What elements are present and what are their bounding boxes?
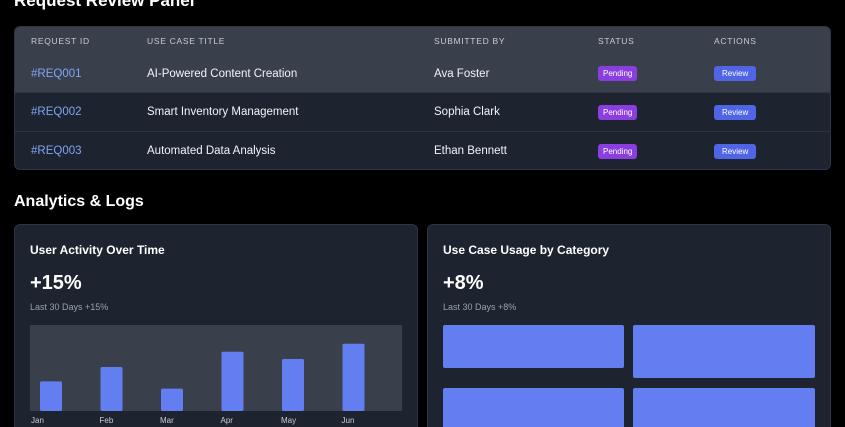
request-id-link[interactable]: #REQ003 — [15, 145, 147, 157]
status-badge: Pending — [598, 104, 638, 120]
x-tick-label: Mar — [160, 416, 174, 425]
bar-mar — [161, 388, 183, 411]
table-row: #REQ003 Automated Data Analysis Ethan Be… — [15, 131, 830, 169]
card-value: +15% — [30, 272, 82, 294]
bar-jun — [342, 343, 365, 411]
column-header-request-id: REQUEST ID — [31, 36, 90, 46]
analytics-title: Analytics & Logs — [14, 193, 144, 210]
use-case-title: Smart Inventory Management — [147, 106, 299, 118]
request-id-link[interactable]: #REQ002 — [15, 106, 147, 118]
bar-may — [282, 359, 304, 411]
bar-apr — [221, 351, 244, 411]
submitted-by: Sophia Clark — [434, 106, 500, 118]
column-header-status: STATUS — [598, 36, 635, 46]
actions-cell: Review — [714, 143, 830, 159]
x-tick-label: Jan — [31, 416, 44, 425]
activity-chart-svg — [40, 343, 365, 411]
status-cell: Pending — [598, 66, 714, 81]
card-title: User Activity Over Time — [30, 243, 165, 257]
status-badge: Pending — [598, 143, 638, 159]
x-tick-label: Jun — [341, 416, 355, 425]
actions-cell: Review — [714, 104, 830, 120]
x-tick-label: May — [281, 416, 297, 425]
request-id-link[interactable]: #REQ001 — [15, 68, 147, 80]
submitted-by: Ava Foster — [434, 67, 490, 80]
status-badge: Pending — [598, 66, 638, 81]
review-button[interactable]: Review — [714, 143, 757, 159]
card-title: Use Case Usage by Category — [443, 243, 610, 257]
category-tile — [443, 388, 624, 427]
category-tile — [633, 325, 815, 378]
bar-jan — [40, 381, 62, 411]
use-case-title: AI-Powered Content Creation — [147, 67, 298, 80]
status-cell: Pending — [598, 143, 714, 159]
usage-category-card: Use Case Usage by Category +8% Last 30 D… — [427, 224, 831, 427]
x-tick-label: Apr — [220, 416, 233, 425]
category-tile — [633, 388, 815, 427]
table-header: REQUEST ID USE CASE TITLE SUBMITTED BY S… — [15, 27, 830, 55]
activity-chart — [30, 325, 402, 411]
category-tile — [443, 325, 624, 368]
requests-table: REQUEST ID USE CASE TITLE SUBMITTED BY S… — [14, 26, 831, 170]
card-value: +8% — [443, 272, 484, 294]
review-button[interactable]: Review — [714, 66, 757, 81]
use-case-title: Automated Data Analysis — [147, 145, 276, 157]
card-subtitle: Last 30 Days +8% — [443, 302, 517, 312]
review-button[interactable]: Review — [714, 104, 757, 120]
submitted-by: Ethan Bennett — [434, 145, 507, 157]
column-header-submitted-by: SUBMITTED BY — [434, 36, 506, 46]
page: Request Review Panel REQUEST ID USE CASE… — [0, 0, 845, 427]
table-row: #REQ001 AI-Powered Content Creation Ava … — [15, 55, 830, 92]
panel-title: Request Review Panel — [14, 0, 195, 10]
status-cell: Pending — [598, 104, 714, 120]
column-header-title: USE CASE TITLE — [147, 36, 226, 46]
card-subtitle: Last 30 Days +15% — [30, 302, 109, 312]
column-header-actions: ACTIONS — [714, 36, 757, 46]
x-tick-label: Feb — [99, 416, 114, 425]
bar-feb — [100, 367, 123, 411]
actions-cell: Review — [714, 66, 830, 81]
user-activity-card: User Activity Over Time +15% Last 30 Day… — [14, 224, 418, 427]
table-row: #REQ002 Smart Inventory Management Sophi… — [15, 92, 830, 131]
